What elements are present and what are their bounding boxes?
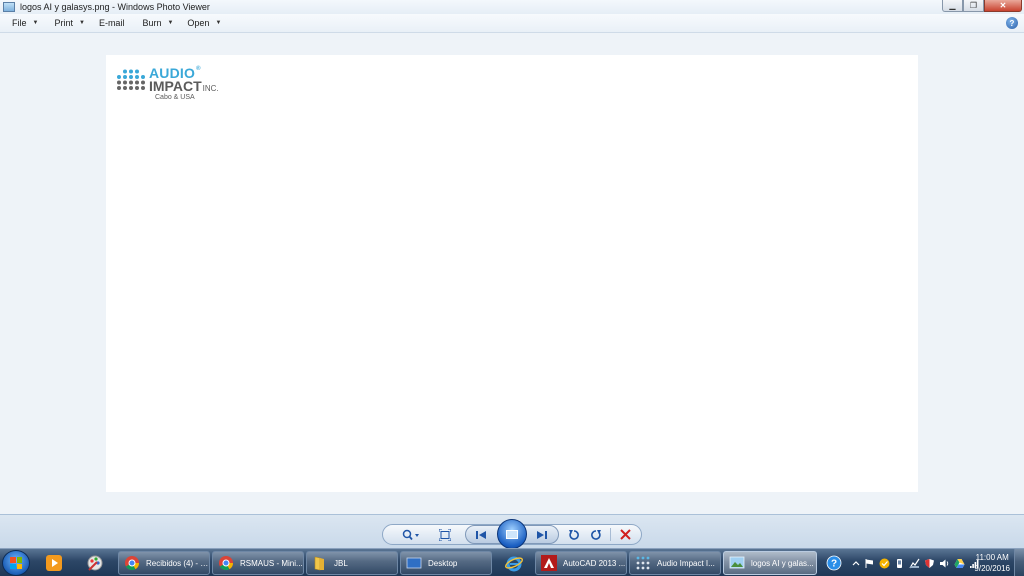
delete-button[interactable] bbox=[616, 526, 634, 543]
help-support-icon[interactable]: ? bbox=[826, 555, 842, 571]
logo-suffix: INC. bbox=[202, 84, 219, 93]
taskbar-item-label: Recibidos (4) - F... bbox=[146, 558, 209, 568]
audio-impact-icon bbox=[636, 556, 650, 570]
chevron-down-icon: ▼ bbox=[167, 20, 174, 26]
window-controls: ▁ ❐ ✕ bbox=[942, 0, 1022, 12]
chrome-icon bbox=[219, 556, 234, 571]
chevron-down-icon: ▼ bbox=[215, 20, 222, 26]
close-button[interactable]: ✕ bbox=[984, 0, 1022, 12]
rotate-clockwise-icon bbox=[591, 529, 601, 540]
next-button[interactable] bbox=[531, 526, 553, 543]
taskbar-item-desktop[interactable]: Desktop bbox=[400, 551, 492, 575]
photo-viewer-icon bbox=[3, 2, 15, 12]
chrome-icon bbox=[125, 556, 140, 571]
displayed-image: AUDIO® IMPACTINC. Cabo & USA bbox=[106, 55, 918, 492]
rotate-counterclockwise-button[interactable] bbox=[566, 526, 582, 543]
menu-email-label: E-mail bbox=[98, 18, 125, 28]
taskbar-item-label: AutoCAD 2013 ... bbox=[563, 558, 626, 568]
actual-size-button[interactable] bbox=[436, 526, 454, 543]
taskbar-item-label: Audio Impact I... bbox=[657, 558, 715, 568]
logo-line-2: IMPACTINC. bbox=[149, 79, 219, 93]
security-shield-icon[interactable] bbox=[924, 558, 935, 569]
norton-icon[interactable] bbox=[879, 558, 890, 569]
menu-bar: File ▼ Print ▼ E-mail Burn ▼ Open ▼ ? bbox=[0, 14, 1024, 33]
start-button[interactable] bbox=[2, 550, 30, 576]
volume-icon[interactable] bbox=[939, 558, 950, 569]
minimize-button[interactable]: ▁ bbox=[942, 0, 963, 12]
menu-print-label: Print bbox=[54, 18, 73, 28]
delete-icon bbox=[619, 529, 631, 540]
logo-tagline: Cabo & USA bbox=[155, 94, 195, 101]
internet-explorer-icon bbox=[505, 556, 523, 572]
menu-email[interactable]: E-mail bbox=[99, 14, 125, 33]
folder-icon bbox=[314, 556, 324, 571]
taskbar-item-label: logos AI y galas... bbox=[751, 558, 814, 568]
taskbar-item-chrome-2[interactable]: RSMAUS - Mini... bbox=[212, 551, 304, 575]
logo-word-impact: IMPACT bbox=[149, 78, 202, 94]
rotate-counterclockwise-icon bbox=[569, 529, 579, 540]
pinned-paint-tools[interactable] bbox=[82, 552, 108, 574]
taskbar: Recibidos (4) - F... RSMAUS - Mini... JB… bbox=[0, 548, 1024, 576]
taskbar-item-chrome-1[interactable]: Recibidos (4) - F... bbox=[118, 551, 210, 575]
menu-file[interactable]: File ▼ bbox=[12, 14, 38, 33]
taskbar-item-audio-impact[interactable]: Audio Impact I... bbox=[629, 551, 721, 575]
action-center-flag-icon[interactable] bbox=[864, 558, 875, 569]
clock-time: 11:00 AM bbox=[975, 553, 1009, 562]
menu-open[interactable]: Open ▼ bbox=[187, 14, 221, 33]
zoom-button[interactable] bbox=[398, 526, 424, 543]
media-player-icon bbox=[46, 555, 62, 571]
actual-size-icon bbox=[439, 528, 451, 541]
registered-mark: ® bbox=[196, 66, 201, 72]
previous-button[interactable] bbox=[470, 526, 492, 543]
slideshow-icon bbox=[506, 529, 518, 539]
taskbar-item-photo-viewer[interactable]: logos AI y galas... bbox=[723, 551, 817, 575]
photo-viewer-icon bbox=[729, 556, 745, 569]
pinned-media-player[interactable] bbox=[41, 552, 67, 574]
menu-burn-label: Burn bbox=[142, 18, 162, 28]
separator bbox=[610, 528, 611, 541]
viewer-controls-bar bbox=[0, 514, 1024, 549]
slideshow-button[interactable] bbox=[497, 519, 527, 549]
clock[interactable]: 11:00 AM 9/20/2016 bbox=[974, 552, 1010, 574]
taskbar-item-jbl[interactable]: JBL bbox=[306, 551, 398, 575]
menu-burn[interactable]: Burn ▼ bbox=[142, 14, 173, 33]
rotate-clockwise-button[interactable] bbox=[588, 526, 604, 543]
svg-text:?: ? bbox=[831, 559, 837, 570]
previous-icon bbox=[476, 530, 486, 539]
audio-impact-logo: AUDIO® IMPACTINC. Cabo & USA bbox=[116, 66, 226, 106]
performance-icon[interactable] bbox=[909, 558, 920, 569]
window-title: logos AI y galasys.png - Windows Photo V… bbox=[20, 2, 210, 12]
zoom-icon bbox=[402, 529, 419, 540]
title-bar: logos AI y galasys.png - Windows Photo V… bbox=[0, 0, 1024, 14]
show-desktop-button[interactable] bbox=[1014, 549, 1024, 576]
taskbar-item-internet-explorer[interactable] bbox=[500, 552, 528, 574]
maximize-button[interactable]: ❐ bbox=[963, 0, 984, 12]
menu-open-label: Open bbox=[187, 18, 210, 28]
desktop-icon bbox=[406, 557, 422, 569]
device-icon[interactable] bbox=[894, 558, 905, 569]
clock-date: 9/20/2016 bbox=[974, 564, 1010, 573]
start-icon bbox=[10, 557, 22, 569]
taskbar-item-autocad[interactable]: AutoCAD 2013 ... bbox=[535, 551, 627, 575]
logo-dots-icon bbox=[117, 69, 145, 90]
menu-file-label: File bbox=[12, 18, 27, 28]
chevron-down-icon: ▼ bbox=[32, 20, 39, 26]
autocad-icon bbox=[541, 555, 557, 571]
logo-wordmark: AUDIO® IMPACTINC. Cabo & USA bbox=[149, 66, 219, 101]
taskbar-item-label: JBL bbox=[334, 558, 348, 568]
taskbar-item-label: RSMAUS - Mini... bbox=[240, 558, 303, 568]
show-hidden-icons-icon[interactable] bbox=[852, 558, 860, 569]
chevron-down-icon: ▼ bbox=[78, 20, 85, 26]
help-icon[interactable]: ? bbox=[1006, 17, 1018, 29]
next-icon bbox=[537, 530, 547, 539]
google-drive-icon[interactable] bbox=[954, 558, 965, 569]
image-viewport: AUDIO® IMPACTINC. Cabo & USA bbox=[0, 34, 1024, 514]
menu-print[interactable]: Print ▼ bbox=[54, 14, 84, 33]
taskbar-item-label: Desktop bbox=[428, 558, 458, 568]
paint-tools-icon bbox=[87, 555, 103, 571]
